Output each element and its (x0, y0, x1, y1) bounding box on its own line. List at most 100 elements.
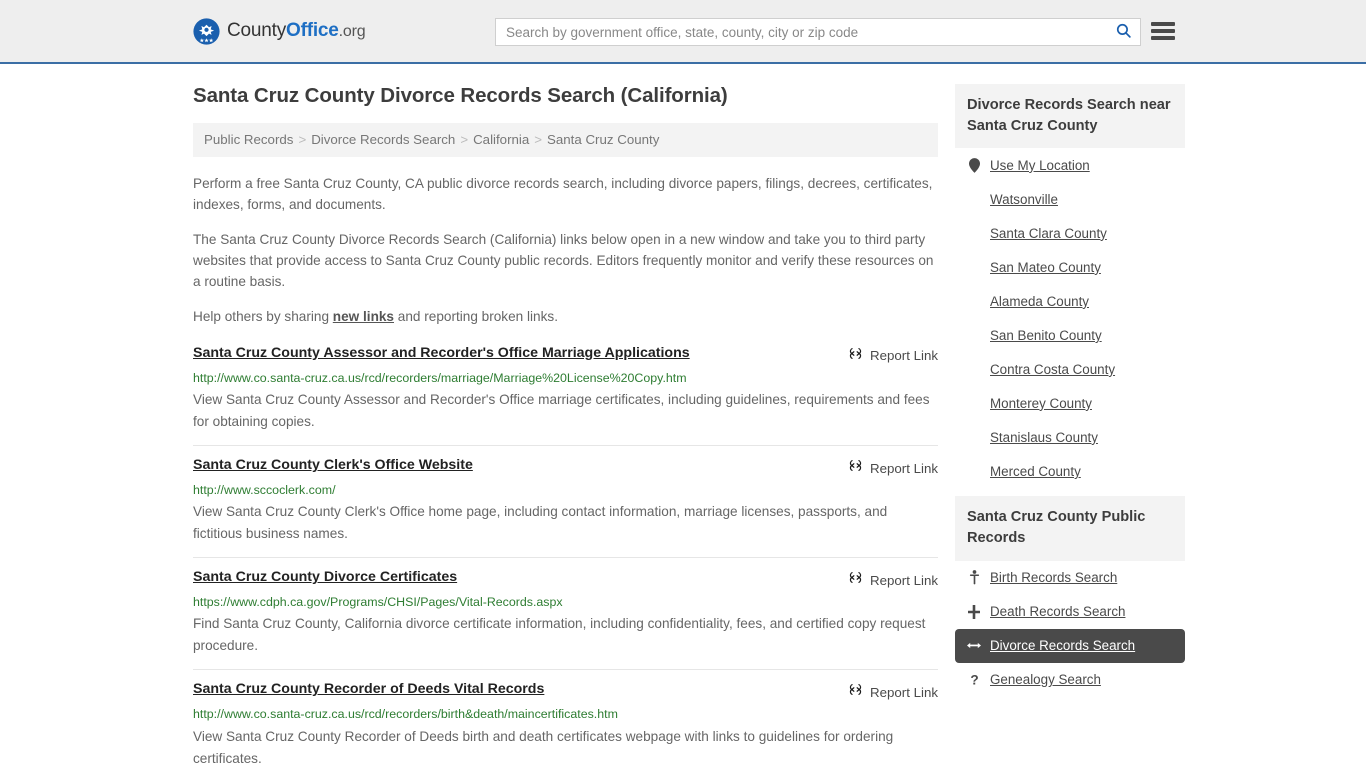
nearby-records-panel: Divorce Records Search near Santa Cruz C… (955, 84, 1185, 488)
hamburger-menu-icon[interactable] (1151, 20, 1175, 42)
report-link-label: Report Link (870, 348, 938, 364)
map-pin-icon (967, 157, 981, 173)
page-title: Santa Cruz County Divorce Records Search… (193, 84, 728, 107)
result-item: Santa Cruz County Clerk's Office Website… (193, 445, 938, 557)
sidebar-item-divorce-records-search[interactable]: Divorce Records Search (955, 628, 1185, 663)
sidebar-item-label: Monterey County (990, 395, 1092, 411)
search-bar (495, 18, 1141, 46)
search-input[interactable] (496, 19, 1106, 45)
question-mark-icon: ? (967, 672, 981, 688)
intro-p3-before: Help others by sharing (193, 308, 333, 324)
sidebar-item-label: Merced County (990, 463, 1081, 479)
result-item: Santa Cruz County Assessor and Recorder'… (193, 341, 938, 445)
brand-part-county: County (227, 20, 287, 41)
hamburger-bar (1151, 22, 1175, 26)
result-description: View Santa Cruz County Clerk's Office ho… (193, 504, 888, 542)
result-description: View Santa Cruz County Assessor and Reco… (193, 392, 930, 430)
sidebar-item-label: Santa Clara County (990, 225, 1107, 241)
new-links-link[interactable]: new links (333, 309, 394, 324)
broken-link-icon (848, 570, 863, 590)
sidebar-item-label: Alameda County (990, 293, 1089, 309)
report-link-label: Report Link (870, 572, 938, 588)
sidebar-item-santa-clara-county[interactable]: Santa Clara County (955, 216, 1185, 250)
intro-p3-after: and reporting broken links. (394, 308, 558, 324)
sidebar-item-san-mateo-county[interactable]: San Mateo County (955, 250, 1185, 284)
sidebar-item-monterey-county[interactable]: Monterey County (955, 386, 1185, 420)
brand-wordmark: CountyOffice.org (227, 20, 366, 42)
sidebar-item-death-records-search[interactable]: Death Records Search (955, 595, 1185, 629)
result-header: Santa Cruz County Recorder of Deeds Vita… (193, 681, 938, 702)
sidebar-item-label: Contra Costa County (990, 361, 1116, 377)
sidebar-item-label: Death Records Search (990, 604, 1126, 620)
result-item: Santa Cruz County Recorder of Deeds Vita… (193, 669, 938, 768)
result-url[interactable]: http://www.sccoclerk.com/ (193, 482, 938, 498)
divorce-arrows-icon (967, 638, 981, 654)
sidebar-item-label: Divorce Records Search (990, 638, 1136, 654)
svg-text:?: ? (970, 673, 978, 688)
sidebar-item-label: Use My Location (990, 157, 1090, 173)
intro-paragraph-3: Help others by sharing new links and rep… (193, 306, 938, 327)
intro-paragraph-2: The Santa Cruz County Divorce Records Se… (193, 231, 934, 289)
result-title-link[interactable]: Santa Cruz County Divorce Certificates (193, 569, 457, 587)
result-description: View Santa Cruz County Recorder of Deeds… (193, 728, 894, 766)
report-link-button[interactable]: Report Link (848, 345, 938, 366)
result-title-link[interactable]: Santa Cruz County Recorder of Deeds Vita… (193, 681, 544, 699)
breadcrumb-separator: > (298, 131, 307, 147)
sidebar-item-genealogy-search[interactable]: ? Genealogy Search (955, 663, 1185, 697)
sidebar-item-san-benito-county[interactable]: San Benito County (955, 318, 1185, 352)
hamburger-bar (1151, 36, 1175, 40)
result-header: Santa Cruz County Clerk's Office Website… (193, 457, 938, 478)
sidebar-item-merced-county[interactable]: Merced County (955, 454, 1185, 488)
sidebar-item-label: Genealogy Search (990, 672, 1101, 688)
hamburger-bar (1151, 29, 1175, 33)
public-records-panel-title: Santa Cruz County Public Records (955, 496, 1185, 561)
site-header: CountyOffice.org (0, 0, 1366, 64)
result-url[interactable]: http://www.co.santa-cruz.ca.us/rcd/recor… (193, 706, 938, 722)
intro-text: Perform a free Santa Cruz County, CA pub… (193, 173, 938, 327)
result-header: Santa Cruz County Divorce Certificates R… (193, 569, 938, 590)
site-logo[interactable]: CountyOffice.org (193, 17, 366, 45)
breadcrumb-item-divorce-records-search[interactable]: Divorce Records Search (311, 132, 455, 147)
brand-part-org: .org (338, 23, 366, 40)
report-link-label: Report Link (870, 684, 938, 700)
breadcrumb-item-santa-cruz-county[interactable]: Santa Cruz County (547, 132, 659, 147)
breadcrumb-item-public-records[interactable]: Public Records (204, 132, 293, 147)
eagle-seal-logo-icon (193, 17, 220, 45)
main-content: Santa Cruz County Divorce Records Search… (193, 84, 938, 768)
broken-link-icon (848, 458, 863, 478)
brand-part-office: Office (286, 20, 339, 41)
sidebar-item-stanislaus-county[interactable]: Stanislaus County (955, 420, 1185, 454)
result-item: Santa Cruz County Divorce Certificates R… (193, 557, 938, 669)
result-url[interactable]: https://www.cdph.ca.gov/Programs/CHSI/Pa… (193, 594, 938, 610)
sidebar-item-birth-records-search[interactable]: Birth Records Search (955, 561, 1185, 595)
baby-icon (967, 570, 981, 586)
sidebar-item-label: Birth Records Search (990, 570, 1118, 586)
broken-link-icon (848, 346, 863, 366)
sidebar-item-watsonville[interactable]: Watsonville (955, 182, 1185, 216)
public-records-list: Birth Records Search Death Records Searc… (955, 561, 1185, 697)
search-button[interactable] (1106, 19, 1140, 45)
cross-icon (967, 604, 981, 620)
result-header: Santa Cruz County Assessor and Recorder'… (193, 345, 938, 366)
report-link-button[interactable]: Report Link (848, 457, 938, 478)
sidebar-item-label: San Mateo County (990, 259, 1101, 275)
sidebar-item-contra-costa-county[interactable]: Contra Costa County (955, 352, 1185, 386)
result-title-link[interactable]: Santa Cruz County Assessor and Recorder'… (193, 345, 690, 363)
intro-paragraph-1: Perform a free Santa Cruz County, CA pub… (193, 175, 933, 212)
public-records-panel: Santa Cruz County Public Records Birth R… (955, 496, 1185, 696)
breadcrumb-item-california[interactable]: California (473, 132, 529, 147)
search-icon (1115, 22, 1132, 42)
result-title-link[interactable]: Santa Cruz County Clerk's Office Website (193, 457, 473, 475)
results-list: Santa Cruz County Assessor and Recorder'… (193, 341, 938, 768)
sidebar-item-use-my-location[interactable]: Use My Location (955, 148, 1185, 182)
sidebar-item-label: San Benito County (990, 327, 1102, 343)
report-link-label: Report Link (870, 460, 938, 476)
result-url[interactable]: http://www.co.santa-cruz.ca.us/rcd/recor… (193, 370, 938, 386)
page-body: Santa Cruz County Divorce Records Search… (0, 64, 1366, 768)
report-link-button[interactable]: Report Link (848, 681, 938, 702)
breadcrumb-separator: > (534, 131, 543, 147)
sidebar-item-label: Stanislaus County (990, 429, 1098, 445)
sidebar-item-alameda-county[interactable]: Alameda County (955, 284, 1185, 318)
report-link-button[interactable]: Report Link (848, 569, 938, 590)
sidebar-item-label: Watsonville (990, 191, 1058, 207)
